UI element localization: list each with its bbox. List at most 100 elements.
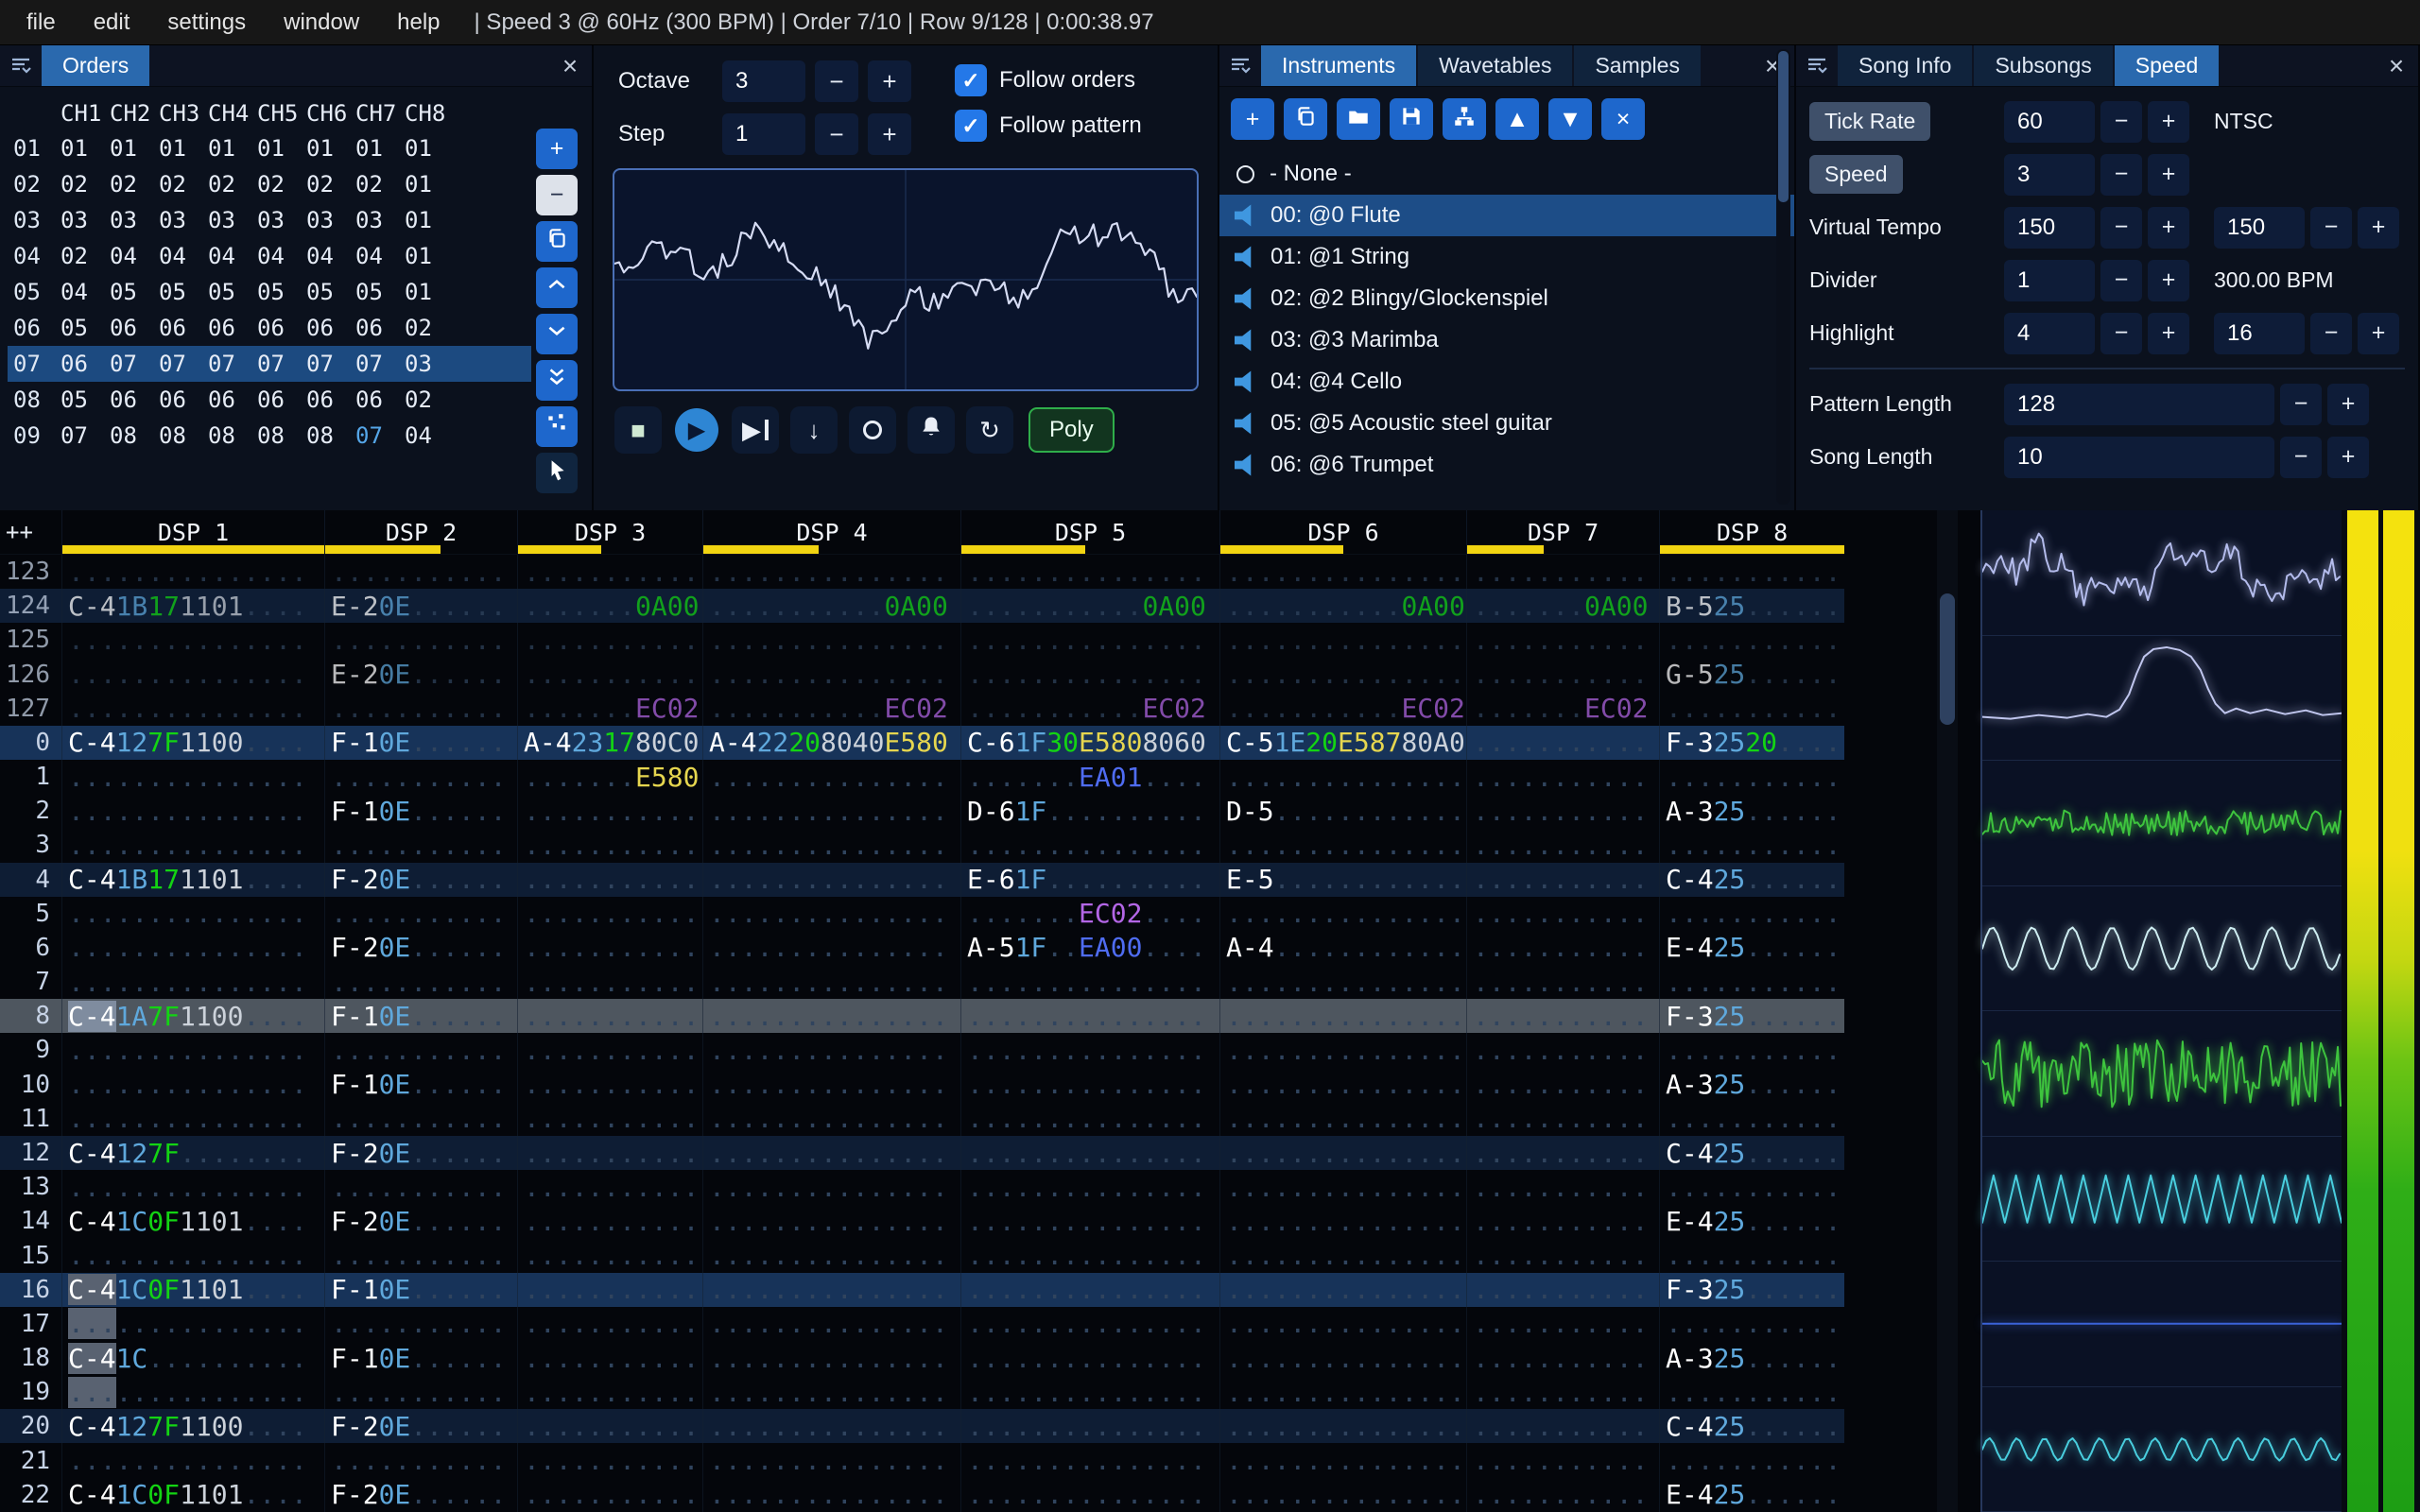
pattern-cell[interactable]: C-5 1E 20 E587 80A0	[1219, 725, 1466, 761]
pattern-cell[interactable]: ...............	[960, 555, 1219, 590]
pattern-cell[interactable]: F-2 0E......	[324, 1135, 517, 1171]
pattern-cell[interactable]: ...........	[517, 930, 702, 966]
pattern-cell[interactable]: ...........	[1659, 760, 1844, 795]
pattern-cell[interactable]: ...........	[517, 965, 702, 1000]
pattern-cell[interactable]: ...............	[702, 930, 960, 966]
pattern-cell[interactable]: C-4 1C..........	[61, 1340, 324, 1376]
pattern-cell[interactable]: ...........	[517, 1306, 702, 1341]
pattern-cell[interactable]: ...........	[1466, 1306, 1659, 1341]
pattern-cell[interactable]: ...........	[517, 1375, 702, 1410]
pattern-cell[interactable]: ...............	[702, 896, 960, 931]
follow-orders-checkbox[interactable]: ✓ Follow orders	[955, 64, 1142, 96]
pattern-cell[interactable]: ...............	[61, 760, 324, 795]
instrument-item[interactable]: 00: @0 Flute	[1219, 195, 1794, 236]
virtual-tempo-decrease-button-2[interactable]: −	[2310, 206, 2352, 249]
pattern-cell[interactable]: ....... EA01....	[960, 760, 1219, 795]
channel-header-dsp-8[interactable]: DSP 8	[1659, 510, 1844, 554]
instrument-item[interactable]: 04: @4 Cello	[1219, 361, 1794, 403]
tick-rate-input[interactable]: 60	[2004, 100, 2095, 143]
pattern-cell[interactable]: ...............	[960, 1443, 1219, 1478]
pattern-cell[interactable]: ...........	[1659, 623, 1844, 658]
pattern-cell[interactable]: ...............	[960, 1135, 1219, 1171]
channel-header-dsp-1[interactable]: DSP 1	[61, 510, 324, 554]
pattern-cell[interactable]: ...............	[61, 1306, 324, 1341]
channel-expand-button[interactable]: ++	[0, 510, 61, 554]
menu-file[interactable]: file	[8, 9, 75, 35]
pattern-cell[interactable]: ...........	[1466, 1033, 1659, 1068]
pattern-cell[interactable]: ...........	[324, 691, 517, 726]
pattern-cell[interactable]: C-4 1A 7F 1100....	[61, 999, 324, 1034]
instrument-item[interactable]: 03: @3 Marimba	[1219, 319, 1794, 361]
play-button[interactable]: ▶	[673, 406, 720, 454]
instrument-item[interactable]: 05: @5 Acoustic steel guitar	[1219, 403, 1794, 444]
pattern-cell[interactable]: ...............	[702, 1204, 960, 1239]
pattern-cell[interactable]: ...........	[517, 828, 702, 863]
pattern-cell[interactable]: A-3 25......	[1659, 1340, 1844, 1376]
instrument-item[interactable]: 06: @6 Trumpet	[1219, 444, 1794, 486]
pattern-cell[interactable]: ...............	[1219, 1375, 1466, 1410]
pattern-cell[interactable]: ...............	[702, 1170, 960, 1205]
tab-orders[interactable]: Orders	[42, 45, 150, 86]
pattern-cell[interactable]: ...............	[702, 1340, 960, 1376]
pattern-cell[interactable]: ...............	[960, 1238, 1219, 1273]
pattern-cell[interactable]: ...........	[517, 623, 702, 658]
pattern-cell[interactable]: ...........	[517, 1477, 702, 1512]
pattern-cell[interactable]: F-1 0E......	[324, 1067, 517, 1102]
pattern-cell[interactable]: ...........	[324, 1101, 517, 1136]
pattern-cell[interactable]: ...............	[61, 930, 324, 966]
pattern-cell[interactable]: ...............	[960, 965, 1219, 1000]
pattern-cell[interactable]: A-4............	[1219, 930, 1466, 966]
pattern-cell[interactable]: D-6 1F..........	[960, 794, 1219, 829]
pattern-cell[interactable]: C-4 25......	[1659, 1135, 1844, 1171]
highlight-input-2[interactable]: 16	[2214, 312, 2305, 354]
pattern-cell[interactable]: ...........	[1466, 896, 1659, 931]
instrument-duplicate-button[interactable]	[1284, 98, 1327, 140]
pattern-cell[interactable]: ...........	[324, 1306, 517, 1341]
pattern-cell[interactable]: C-4 1C 0F 1101....	[61, 1272, 324, 1307]
pattern-cell[interactable]: ...........	[1659, 555, 1844, 590]
pattern-cell[interactable]: ...........	[1466, 555, 1659, 590]
pattern-cell[interactable]: ...........	[517, 862, 702, 897]
pattern-cell[interactable]: ...............	[1219, 896, 1466, 931]
pattern-cell[interactable]: ...............	[960, 1477, 1219, 1512]
pattern-cell[interactable]: ........... 0A00	[1219, 589, 1466, 624]
pattern-cell[interactable]: ...............	[702, 828, 960, 863]
pattern-cell[interactable]: ...............	[1219, 999, 1466, 1034]
pattern-cell[interactable]: A-4 23 17 80C0	[517, 725, 702, 761]
pattern-cell[interactable]: C-4 12 7F 1100....	[61, 725, 324, 761]
pattern-cell[interactable]: ...............	[702, 1477, 960, 1512]
highlight-decrease-button[interactable]: −	[2100, 312, 2142, 354]
virtual-tempo-input-2[interactable]: 150	[2214, 206, 2305, 249]
pattern-cell[interactable]: C-4 12 7F........	[61, 1135, 324, 1171]
scrollbar-thumb[interactable]	[1940, 593, 1955, 725]
pattern-cell[interactable]: ...........	[517, 555, 702, 590]
pattern-cell[interactable]: ...............	[1219, 1340, 1466, 1376]
pattern-cell[interactable]: ...........	[517, 1443, 702, 1478]
pattern-cell[interactable]: F-2 0E......	[324, 1477, 517, 1512]
pattern-cell[interactable]: ...............	[1219, 1238, 1466, 1273]
order-remove-button[interactable]: −	[536, 175, 578, 215]
pattern-cell[interactable]: ...........	[1659, 691, 1844, 726]
pattern-cell[interactable]: ...........	[324, 555, 517, 590]
poly-button[interactable]: Poly	[1028, 407, 1115, 453]
order-move-up-button[interactable]	[536, 267, 578, 308]
pattern-cell[interactable]: ........... EC02	[1219, 691, 1466, 726]
pattern-cell[interactable]: ...........	[1659, 965, 1844, 1000]
pattern-cell[interactable]: C-4 25......	[1659, 862, 1844, 897]
pattern-cell[interactable]: D-5............	[1219, 794, 1466, 829]
order-edit-mode-button[interactable]	[536, 453, 578, 493]
pattern-cell[interactable]: E-2 0E......	[324, 657, 517, 692]
virtual-tempo-input[interactable]: 150	[2004, 206, 2095, 249]
pattern-cell[interactable]: ...........	[517, 999, 702, 1034]
pattern-cell[interactable]: ...............	[1219, 1306, 1466, 1341]
pattern-cell[interactable]: A-4 22 20 8040 E580	[702, 725, 960, 761]
pattern-cell[interactable]: ...........	[1466, 1477, 1659, 1512]
pattern-cell[interactable]: F-3 25......	[1659, 999, 1844, 1034]
channel-header-dsp-4[interactable]: DSP 4	[702, 510, 960, 554]
pattern-cell[interactable]: ...............	[61, 1067, 324, 1102]
octave-input[interactable]: 3	[722, 60, 805, 102]
pattern-cell[interactable]: ...........	[517, 1340, 702, 1376]
pattern-cell[interactable]: ...........	[324, 896, 517, 931]
pattern-cell[interactable]: ...............	[960, 1375, 1219, 1410]
pattern-cell[interactable]: E-5............	[1219, 862, 1466, 897]
